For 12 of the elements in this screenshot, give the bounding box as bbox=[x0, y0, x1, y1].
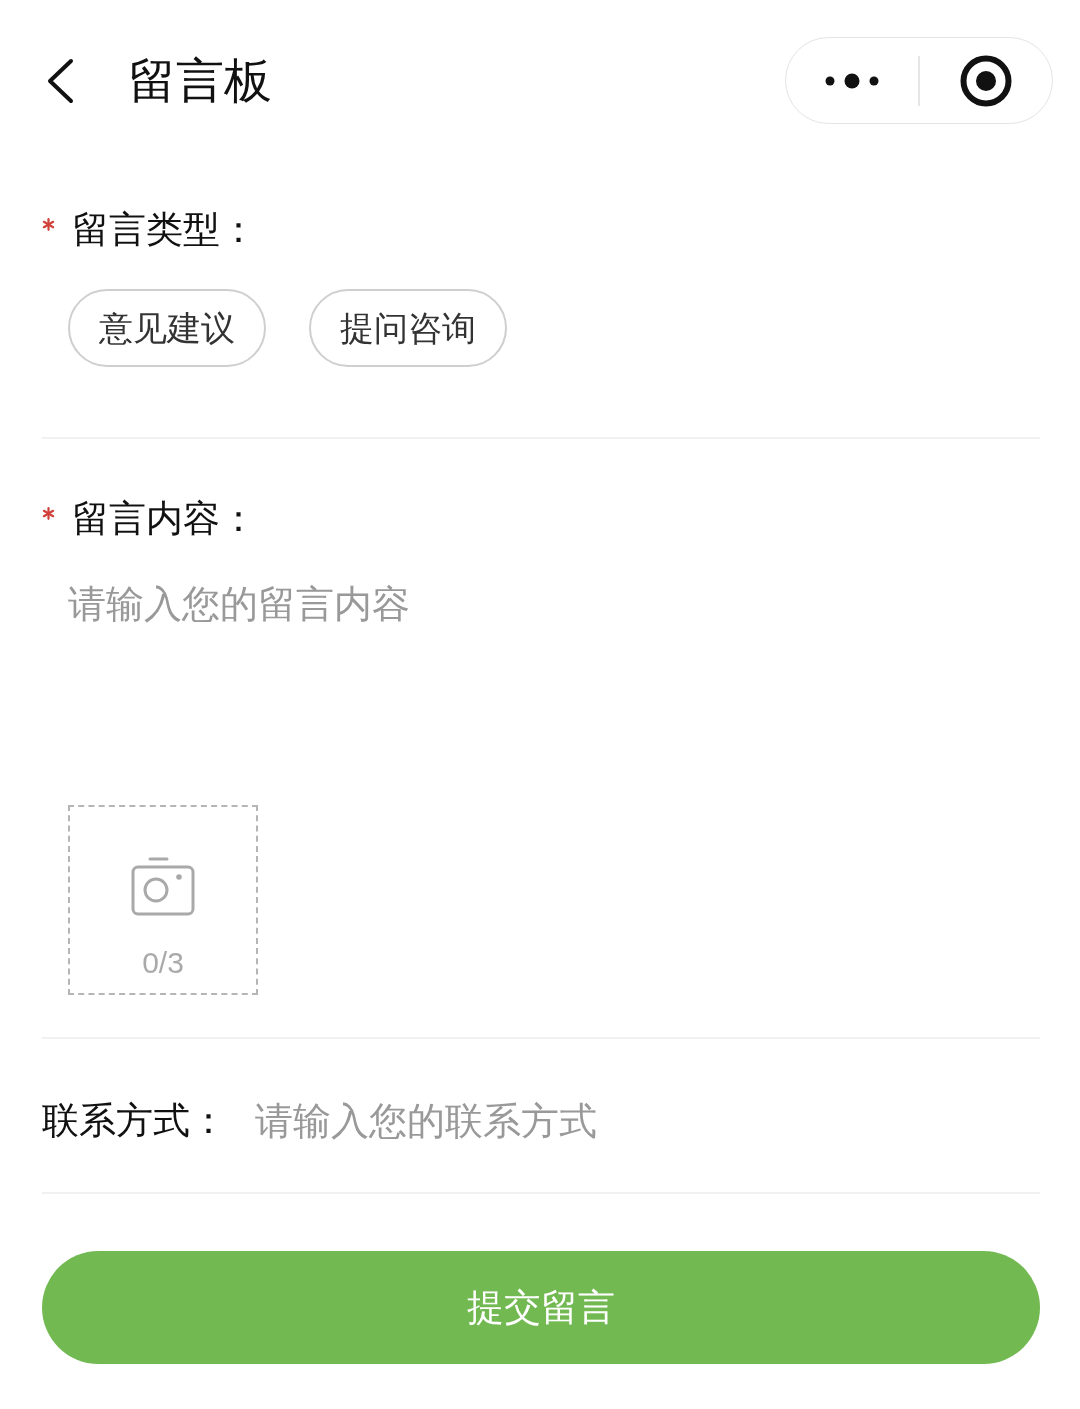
field-label: 留言类型： bbox=[72, 208, 257, 252]
back-icon[interactable] bbox=[45, 57, 75, 104]
field-label: 留言内容： bbox=[72, 497, 257, 541]
type-option-chip[interactable]: 意见建议 bbox=[68, 289, 266, 367]
message-textarea[interactable]: 请输入您的留言内容 bbox=[68, 582, 1040, 782]
page-title: 留言板 bbox=[128, 52, 272, 109]
type-option-chip[interactable]: 提问咨询 bbox=[309, 289, 507, 367]
circle-dot-icon bbox=[959, 54, 1012, 107]
camera-icon bbox=[131, 857, 195, 917]
more-dots-icon bbox=[825, 72, 880, 89]
contact-input[interactable]: 请输入您的联系方式 bbox=[255, 1098, 1040, 1144]
field-label: 联系方式： bbox=[42, 1099, 227, 1143]
